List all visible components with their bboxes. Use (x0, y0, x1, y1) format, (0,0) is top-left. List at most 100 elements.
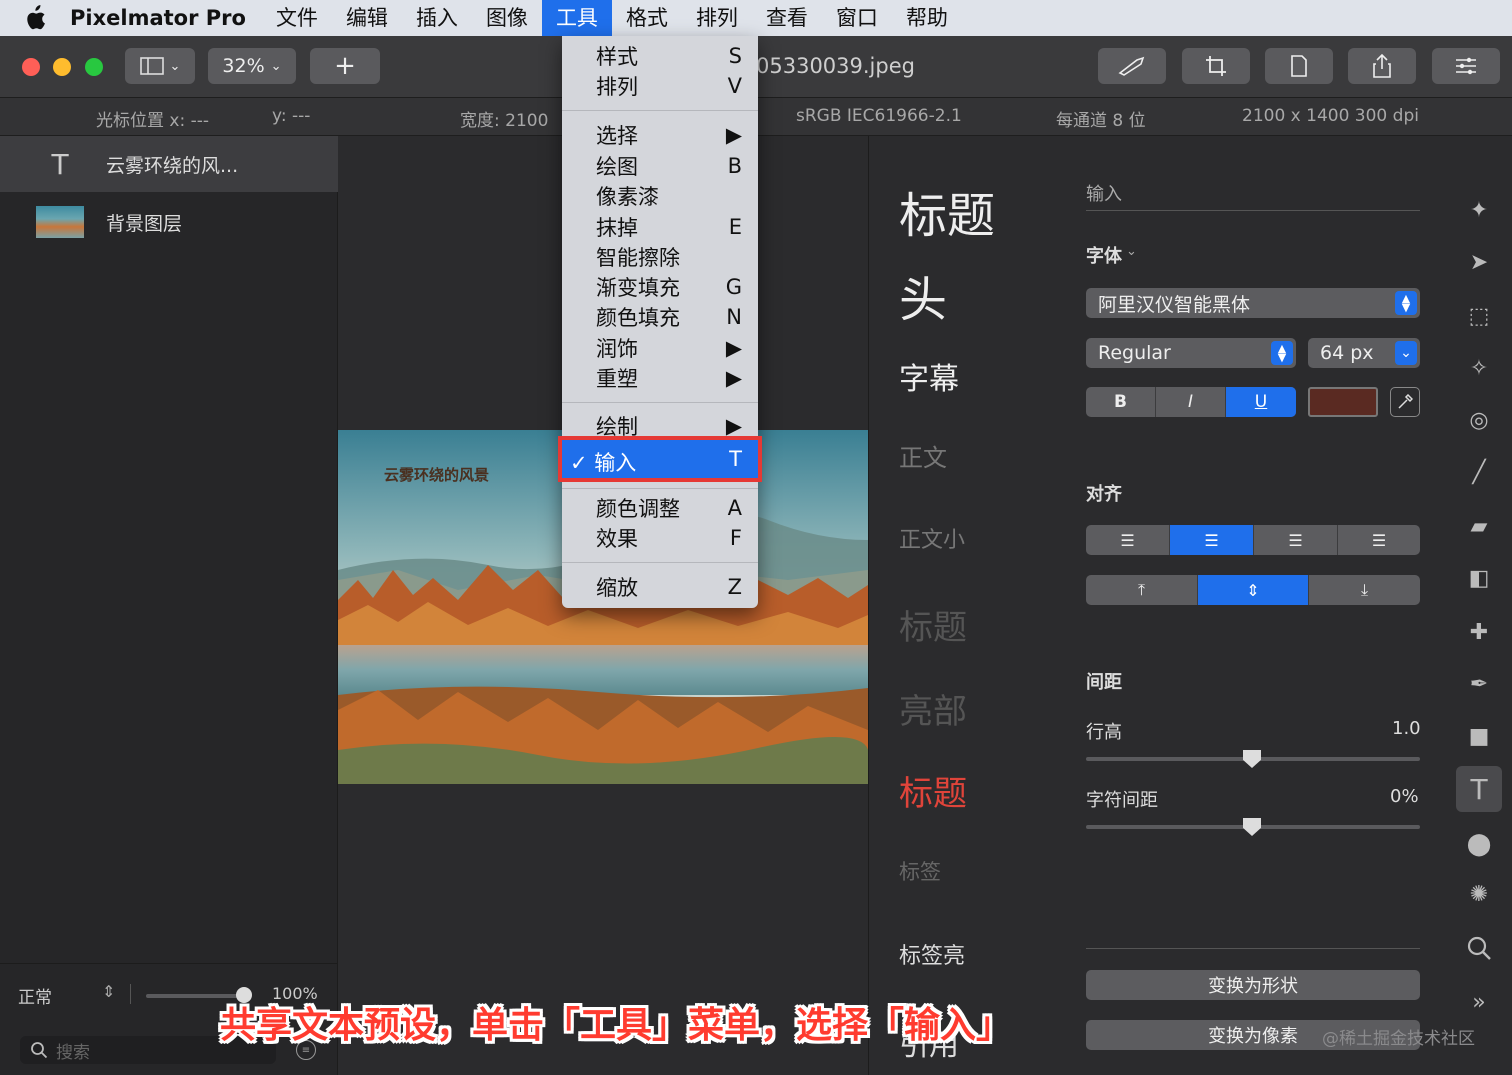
quick-select-icon[interactable]: ✧ (1461, 350, 1497, 386)
crop-icon (1206, 56, 1226, 76)
eyedropper-button[interactable] (1390, 387, 1420, 417)
align-middle-button[interactable]: ⇕ (1198, 575, 1309, 605)
chevron-down-icon[interactable]: ⌄ (1395, 341, 1417, 365)
blend-mode-select[interactable]: 正常 (18, 983, 52, 1008)
zoom-dropdown[interactable]: 32% ⌄ (208, 48, 296, 84)
menu-item-paint[interactable]: 绘图 B (562, 151, 758, 181)
menu-item-color-adjust[interactable]: 颜色调整 A (562, 493, 758, 523)
menu-image[interactable]: 图像 (472, 0, 542, 36)
convert-to-shape-button[interactable]: 变换为形状 (1086, 970, 1420, 1000)
arrange-pointer-icon[interactable]: ➤ (1461, 244, 1497, 280)
layer-thumbnail (36, 206, 84, 238)
menu-help[interactable]: 帮助 (892, 0, 962, 36)
menu-item-reshape[interactable]: 重塑 ▶ (562, 363, 758, 393)
font-section-label[interactable]: 字体 (1086, 242, 1122, 268)
align-top-button[interactable]: ⤒ (1086, 575, 1198, 605)
preset-body[interactable]: 正文 (899, 438, 947, 473)
layer-row-background[interactable]: 背景图层 (0, 194, 338, 250)
underline-button[interactable]: U (1226, 387, 1296, 417)
menu-edit[interactable]: 编辑 (332, 0, 402, 36)
color-select-icon[interactable]: ◎ (1461, 402, 1497, 438)
sidebar-toggle-button[interactable]: ⌄ (125, 48, 195, 84)
char-spacing-value[interactable]: 0% (1390, 786, 1419, 807)
menu-item-erase[interactable]: 抹掉 E (562, 212, 758, 242)
menu-item-color-fill[interactable]: 颜色填充 N (562, 302, 758, 332)
selection-rect-icon[interactable]: ⬚ (1461, 298, 1497, 334)
document-button[interactable] (1265, 48, 1333, 84)
align-justify-button[interactable]: ☰ (1338, 525, 1420, 555)
line-height-value[interactable]: 1.0 (1392, 718, 1421, 739)
adjust-button[interactable] (1432, 48, 1500, 84)
style-tool-icon[interactable]: ✦ (1461, 192, 1497, 228)
menu-format[interactable]: 格式 (612, 0, 682, 36)
preset-subtitle[interactable]: 字幕 (899, 354, 959, 398)
layer-row-text[interactable]: T 云雾环绕的风... (0, 136, 338, 192)
zoom-window-button[interactable] (85, 58, 103, 76)
inspector-tab-input[interactable]: 输入 (1086, 180, 1122, 206)
share-button[interactable] (1348, 48, 1416, 84)
eyedropper-icon (1398, 394, 1413, 409)
apple-icon[interactable] (0, 5, 70, 31)
preset-title[interactable]: 标题 (899, 176, 995, 246)
font-family-select[interactable]: 阿里汉仪智能黑体 ▲ ▼ (1086, 288, 1420, 318)
menu-item-arrange[interactable]: 排列 V (562, 71, 758, 101)
pen-icon[interactable]: ✒ (1461, 666, 1497, 702)
zoom-icon[interactable] (1461, 930, 1497, 966)
preset-label-bright[interactable]: 标签亮 (899, 938, 965, 970)
retouch-bandage-icon[interactable]: ✚ (1461, 614, 1497, 650)
menu-tools[interactable]: 工具 (541, 0, 612, 36)
chevron-down-icon[interactable]: ⌄ (1126, 244, 1137, 259)
preset-headline[interactable]: 头 (899, 260, 947, 330)
preset-highlight[interactable]: 亮部 (899, 684, 967, 733)
add-button[interactable]: + (310, 48, 380, 84)
menu-item-type-highlighted[interactable]: ✓ 输入 T (558, 436, 762, 482)
preset-title-red[interactable]: 标题 (899, 766, 967, 815)
menu-arrange[interactable]: 排列 (682, 0, 752, 36)
menu-item-zoom[interactable]: 缩放 Z (562, 572, 758, 602)
menu-insert[interactable]: 插入 (402, 0, 472, 36)
photo-overlay-text[interactable]: 云雾环绕的风景 (384, 464, 489, 485)
updown-icon[interactable]: ⇕ (102, 982, 115, 1001)
align-top-icon: ⤒ (1137, 580, 1146, 599)
font-style-select[interactable]: Regular ▲ ▼ (1086, 338, 1296, 368)
align-left-button[interactable]: ☰ (1086, 525, 1170, 555)
text-color-well[interactable] (1308, 387, 1378, 417)
effects-icon[interactable]: ✺ (1461, 876, 1497, 912)
italic-button[interactable]: I (1156, 387, 1226, 417)
bold-button[interactable]: B (1086, 387, 1156, 417)
cursor-x: 光标位置 x: --- (96, 111, 209, 131)
gradient-icon[interactable]: ▰ (1461, 508, 1497, 544)
app-name[interactable]: Pixelmator Pro (70, 6, 246, 30)
char-spacing-slider-thumb[interactable] (1243, 818, 1261, 836)
preset-title-dark[interactable]: 标题 (899, 600, 967, 649)
text-style-segmented: B I U (1086, 387, 1296, 417)
align-bottom-button[interactable]: ⤓ (1309, 575, 1420, 605)
font-size-field[interactable]: 64 px ⌄ (1308, 338, 1420, 368)
menu-item-style[interactable]: 样式 S (562, 41, 758, 71)
eraser-icon[interactable]: ◧ (1461, 560, 1497, 596)
crop-button[interactable] (1182, 48, 1250, 84)
line-height-slider-thumb[interactable] (1243, 750, 1261, 768)
menu-item-effects[interactable]: 效果 F (562, 523, 758, 553)
paint-tool-button[interactable] (1098, 48, 1166, 84)
menu-window[interactable]: 窗口 (822, 0, 892, 36)
close-window-button[interactable] (22, 58, 40, 76)
menu-item-gradient-fill[interactable]: 渐变填充 G (562, 272, 758, 302)
menu-file[interactable]: 文件 (262, 0, 332, 36)
align-right-button[interactable]: ☰ (1254, 525, 1338, 555)
more-tools-chevron-icon[interactable]: » (1461, 984, 1497, 1020)
shape-square-icon[interactable]: ■ (1461, 718, 1497, 754)
menu-item-smart-erase[interactable]: 智能擦除 (562, 242, 758, 272)
menu-item-select[interactable]: 选择 ▶ (562, 120, 758, 150)
minimize-window-button[interactable] (53, 58, 71, 76)
preset-body-small[interactable]: 正文小 (899, 522, 965, 554)
paint-brush-icon[interactable]: ╱ (1461, 454, 1497, 490)
menu-item-pixel-paint[interactable]: 像素漆 (562, 181, 758, 211)
color-adjust-icon[interactable]: ⬤ (1461, 826, 1497, 862)
menu-item-retouch[interactable]: 润饰 ▶ (562, 333, 758, 363)
type-tool-icon[interactable]: T (1456, 766, 1502, 812)
preset-label[interactable]: 标签 (899, 856, 941, 886)
align-center-button[interactable]: ☰ (1170, 525, 1254, 555)
menu-view[interactable]: 查看 (752, 0, 822, 36)
share-icon (1373, 54, 1391, 78)
